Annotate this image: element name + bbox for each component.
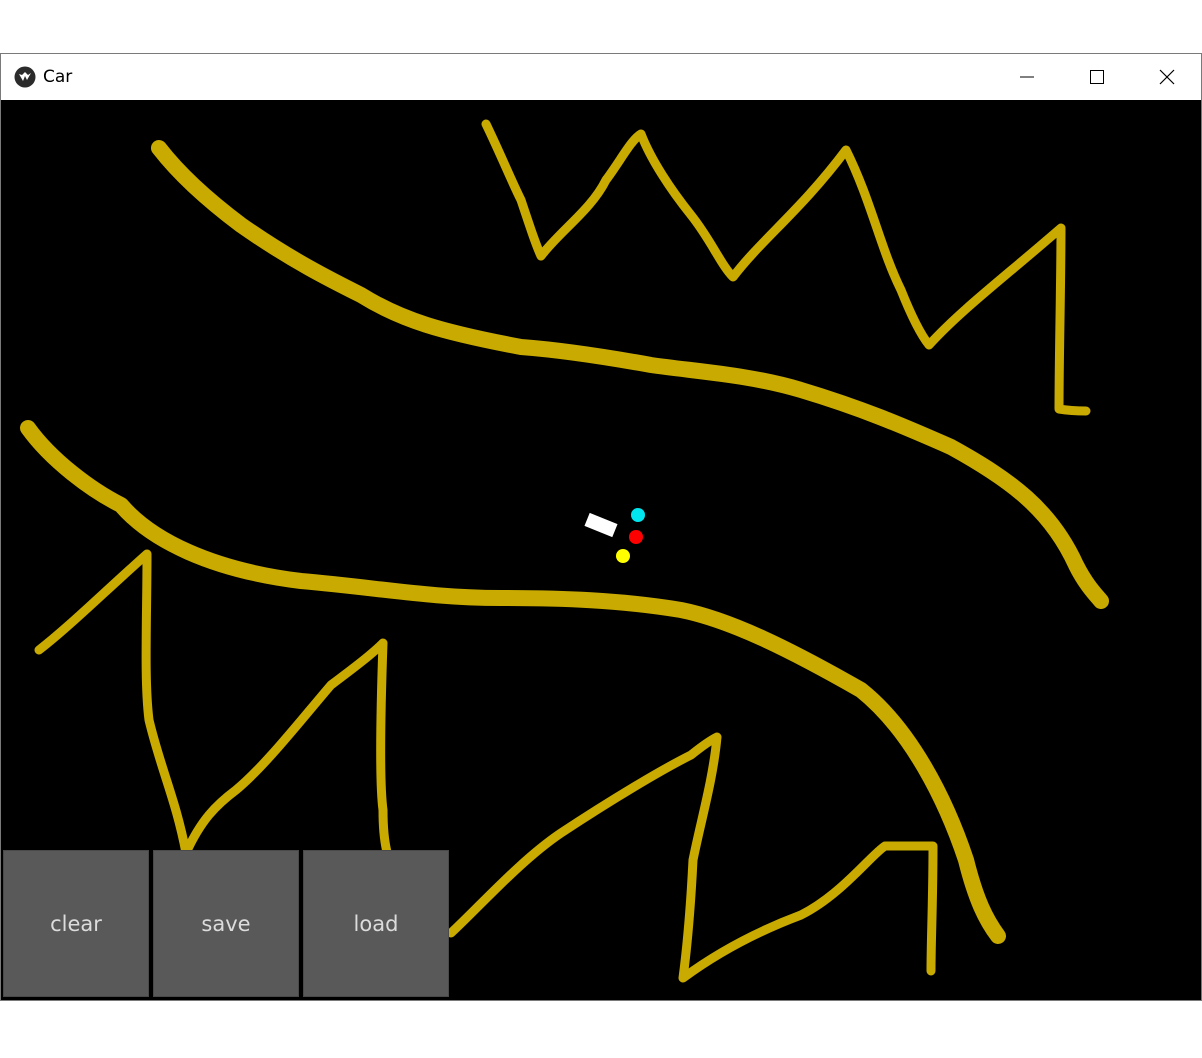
title-bar[interactable]: Car bbox=[1, 54, 1201, 100]
maximize-icon bbox=[1090, 70, 1104, 84]
minimize-button[interactable] bbox=[992, 54, 1062, 100]
zigzag-top bbox=[481, 119, 1091, 416]
close-icon bbox=[1159, 69, 1175, 85]
sensor-yellow bbox=[616, 549, 630, 563]
kivy-logo-icon bbox=[14, 66, 36, 88]
save-button[interactable]: save bbox=[153, 850, 299, 997]
road-upper-edge bbox=[151, 140, 1109, 609]
car bbox=[584, 512, 618, 538]
zigzag-bottom-left bbox=[34, 549, 392, 858]
close-button[interactable] bbox=[1132, 54, 1202, 100]
clear-button[interactable]: clear bbox=[3, 850, 149, 997]
sensor-cyan bbox=[631, 508, 645, 522]
drawing-canvas[interactable]: clear save load bbox=[1, 100, 1201, 1000]
minimize-icon bbox=[1020, 76, 1034, 78]
window-title: Car bbox=[43, 67, 73, 87]
sensor-red bbox=[629, 530, 643, 544]
maximize-button[interactable] bbox=[1062, 54, 1132, 100]
zigzag-bottom-right bbox=[446, 732, 938, 983]
app-window: Car clear save load bbox=[0, 53, 1202, 1001]
load-button[interactable]: load bbox=[303, 850, 449, 997]
